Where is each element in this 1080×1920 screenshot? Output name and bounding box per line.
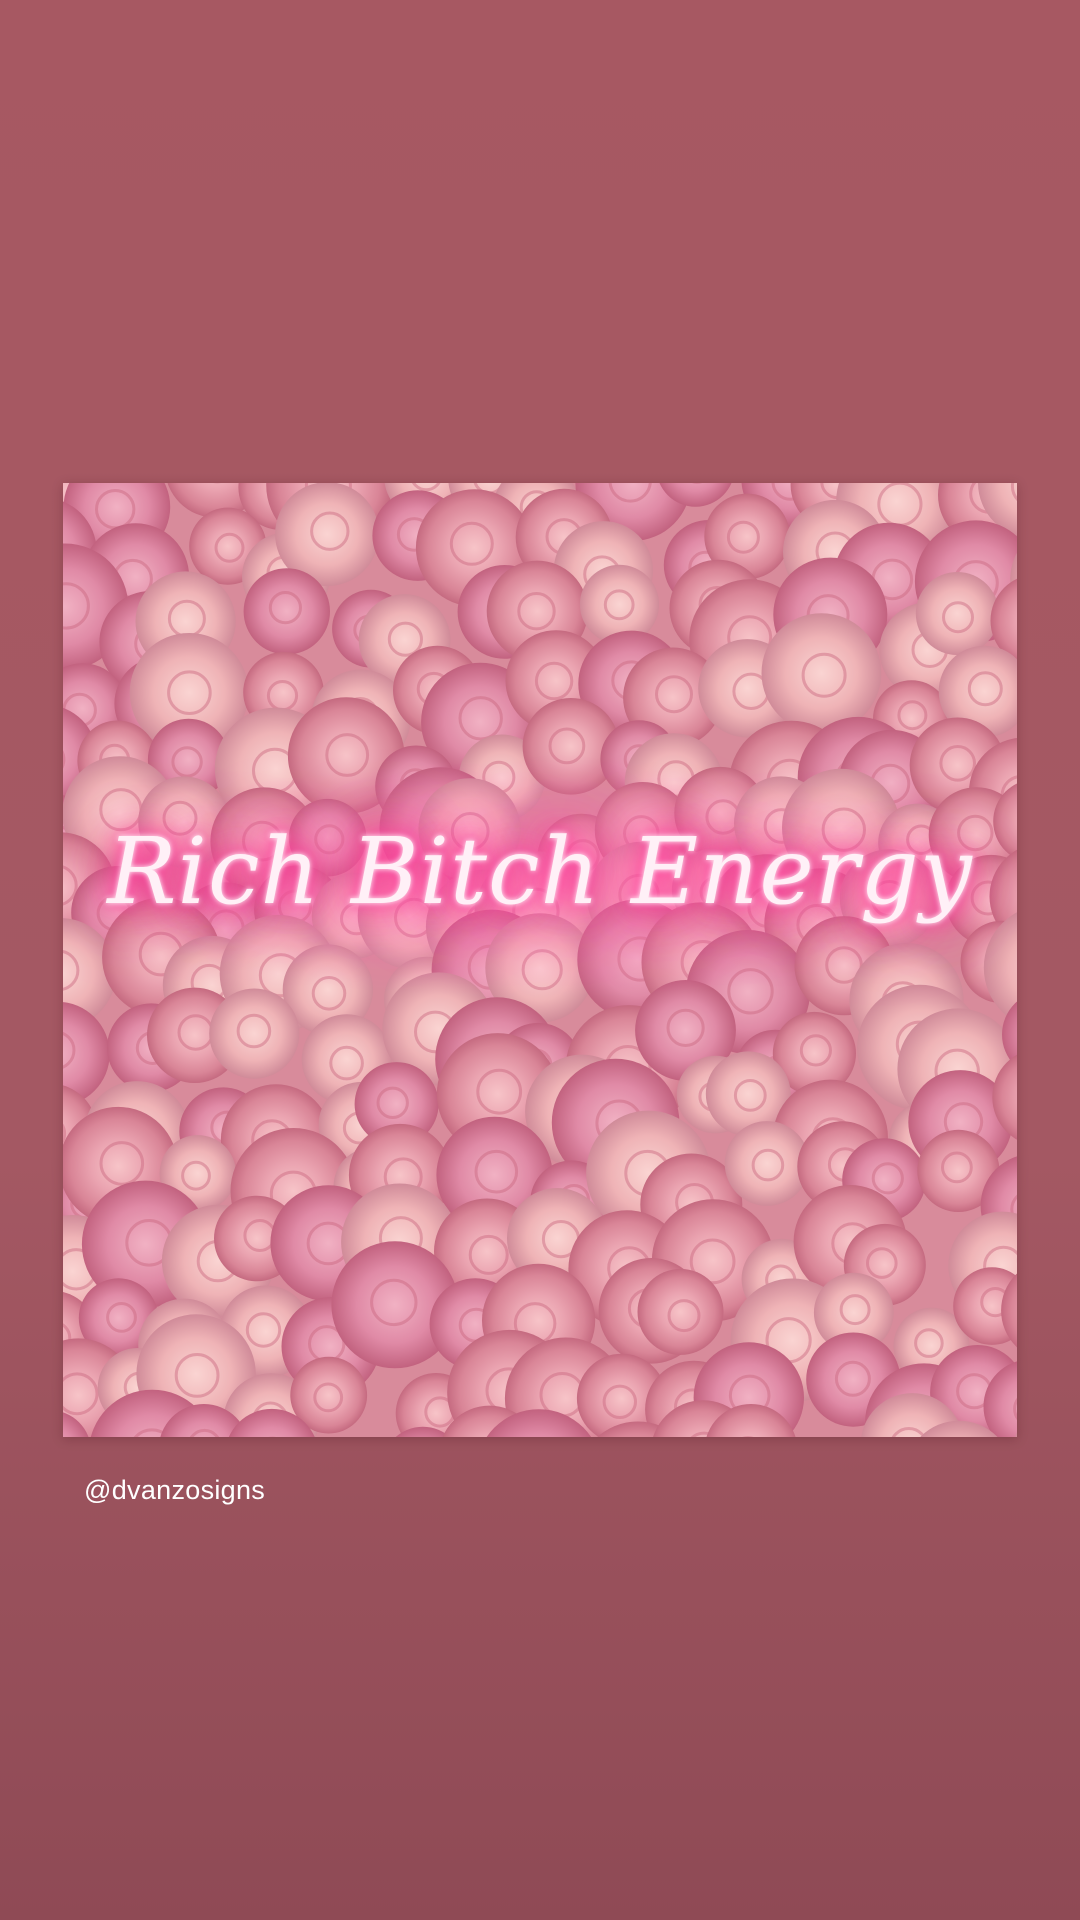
rose-petal-shape <box>637 1268 724 1355</box>
rose-petal-shape <box>243 568 330 655</box>
mention-sticker[interactable]: @dvanzosigns <box>84 1475 265 1506</box>
neon-sign-text: Rich Bitch Energy <box>107 818 973 925</box>
shared-post-image[interactable]: Rich Bitch Energy <box>63 483 1017 1437</box>
rose-petal-shape <box>761 613 882 733</box>
rose-petal-shape <box>209 988 300 1079</box>
flower-wall-icon <box>63 483 1017 1437</box>
rose-petal-shape <box>915 572 999 655</box>
rose-petal-shape <box>724 1121 810 1206</box>
